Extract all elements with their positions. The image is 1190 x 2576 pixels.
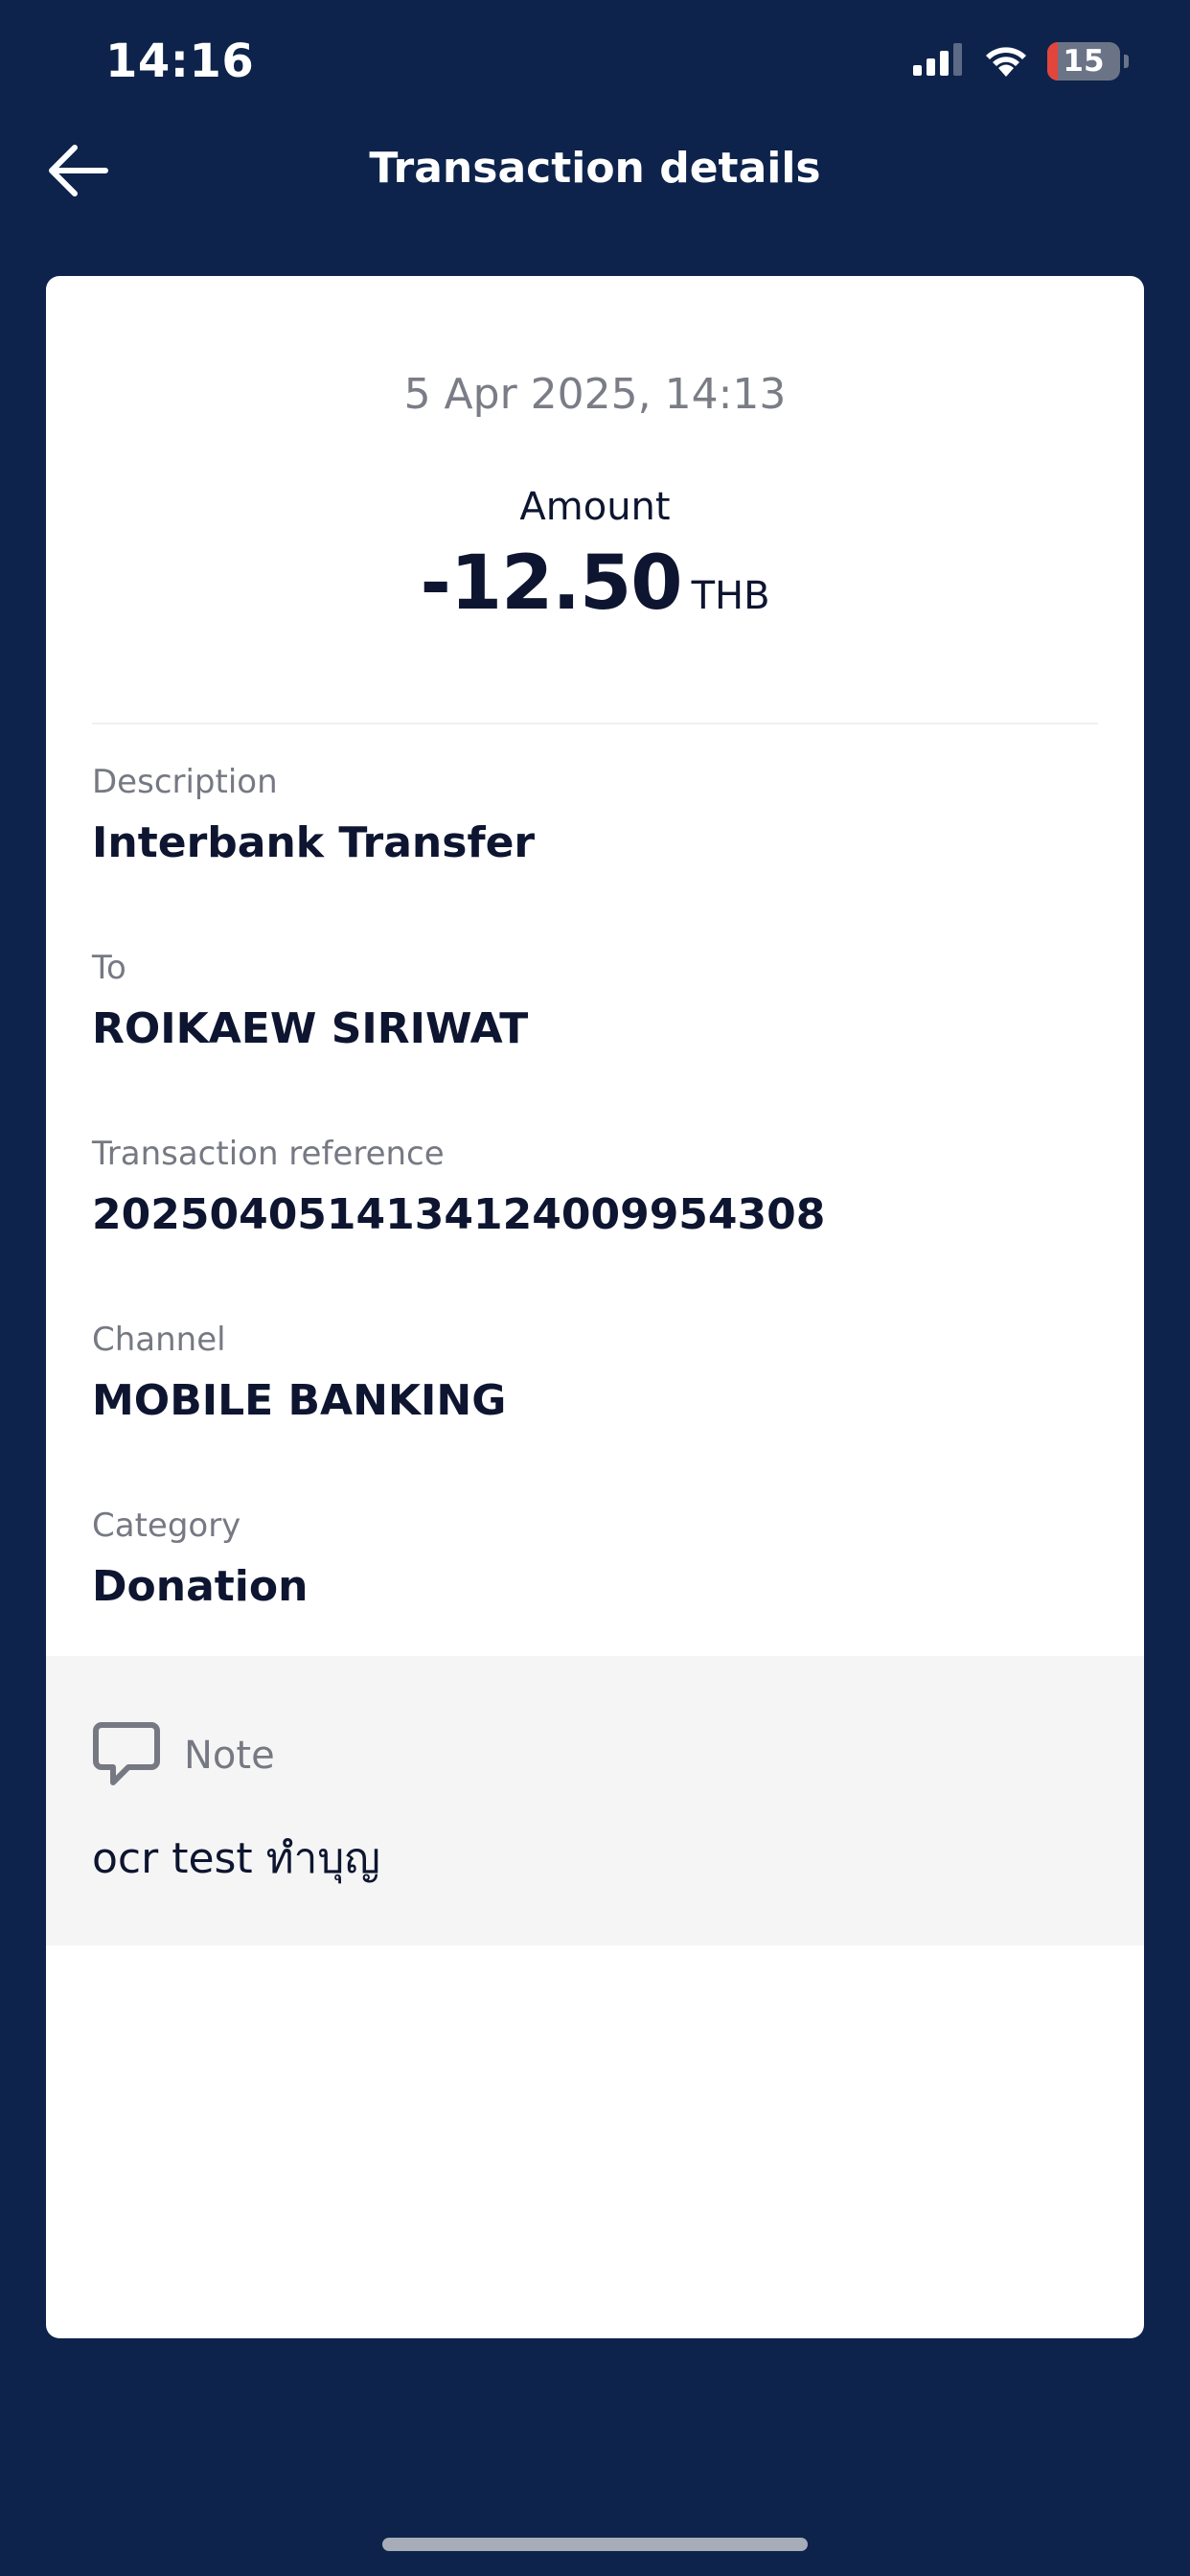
battery-level: 15 bbox=[1063, 44, 1105, 79]
field-description: Description Interbank Transfer bbox=[92, 763, 1098, 867]
field-value: ROIKAEW SIRIWAT bbox=[92, 1004, 529, 1053]
note-section: Note ocr test ทำบุญ bbox=[46, 1656, 1144, 1945]
speech-bubble-icon bbox=[92, 1719, 161, 1792]
battery-tip bbox=[1124, 55, 1129, 68]
field-value: Interbank Transfer bbox=[92, 818, 536, 867]
transaction-card: 5 Apr 2025, 14:13 Amount -12.50 THB Desc… bbox=[46, 276, 1144, 2338]
note-header: Note bbox=[92, 1719, 275, 1792]
transaction-date: 5 Apr 2025, 14:13 bbox=[403, 370, 787, 419]
field-to: To ROIKAEW SIRIWAT bbox=[92, 949, 1098, 1053]
note-text: ocr test ทำบุญ bbox=[92, 1834, 380, 1883]
field-value: MOBILE BANKING bbox=[92, 1376, 507, 1425]
field-value: 20250405141341240099543​08 bbox=[92, 1190, 826, 1239]
wifi-icon bbox=[982, 42, 1030, 80]
field-label: Channel bbox=[92, 1321, 226, 1359]
amount-label: Amount bbox=[519, 485, 671, 529]
amount-currency: THB bbox=[691, 574, 770, 618]
cellular-signal-icon bbox=[913, 43, 965, 80]
home-indicator[interactable] bbox=[382, 2538, 808, 2551]
field-label: Category bbox=[92, 1506, 241, 1545]
field-label: To bbox=[92, 949, 126, 987]
field-value: Donation bbox=[92, 1562, 309, 1611]
field-transaction-reference: Transaction reference 202504051413412400… bbox=[92, 1135, 1098, 1239]
divider bbox=[92, 723, 1098, 724]
battery-icon: 15 bbox=[1047, 42, 1120, 80]
field-label: Transaction reference bbox=[92, 1135, 445, 1173]
page-title: Transaction details bbox=[369, 144, 821, 193]
amount-row: -12.50 THB bbox=[46, 540, 1144, 627]
status-time: 14:16 bbox=[105, 34, 255, 88]
amount-value: -12.50 bbox=[420, 540, 682, 627]
note-label: Note bbox=[184, 1734, 275, 1778]
field-label: Description bbox=[92, 763, 278, 801]
field-channel: Channel MOBILE BANKING bbox=[92, 1321, 1098, 1425]
status-icons: 15 bbox=[913, 42, 1129, 80]
field-category: Category Donation bbox=[92, 1506, 1098, 1611]
